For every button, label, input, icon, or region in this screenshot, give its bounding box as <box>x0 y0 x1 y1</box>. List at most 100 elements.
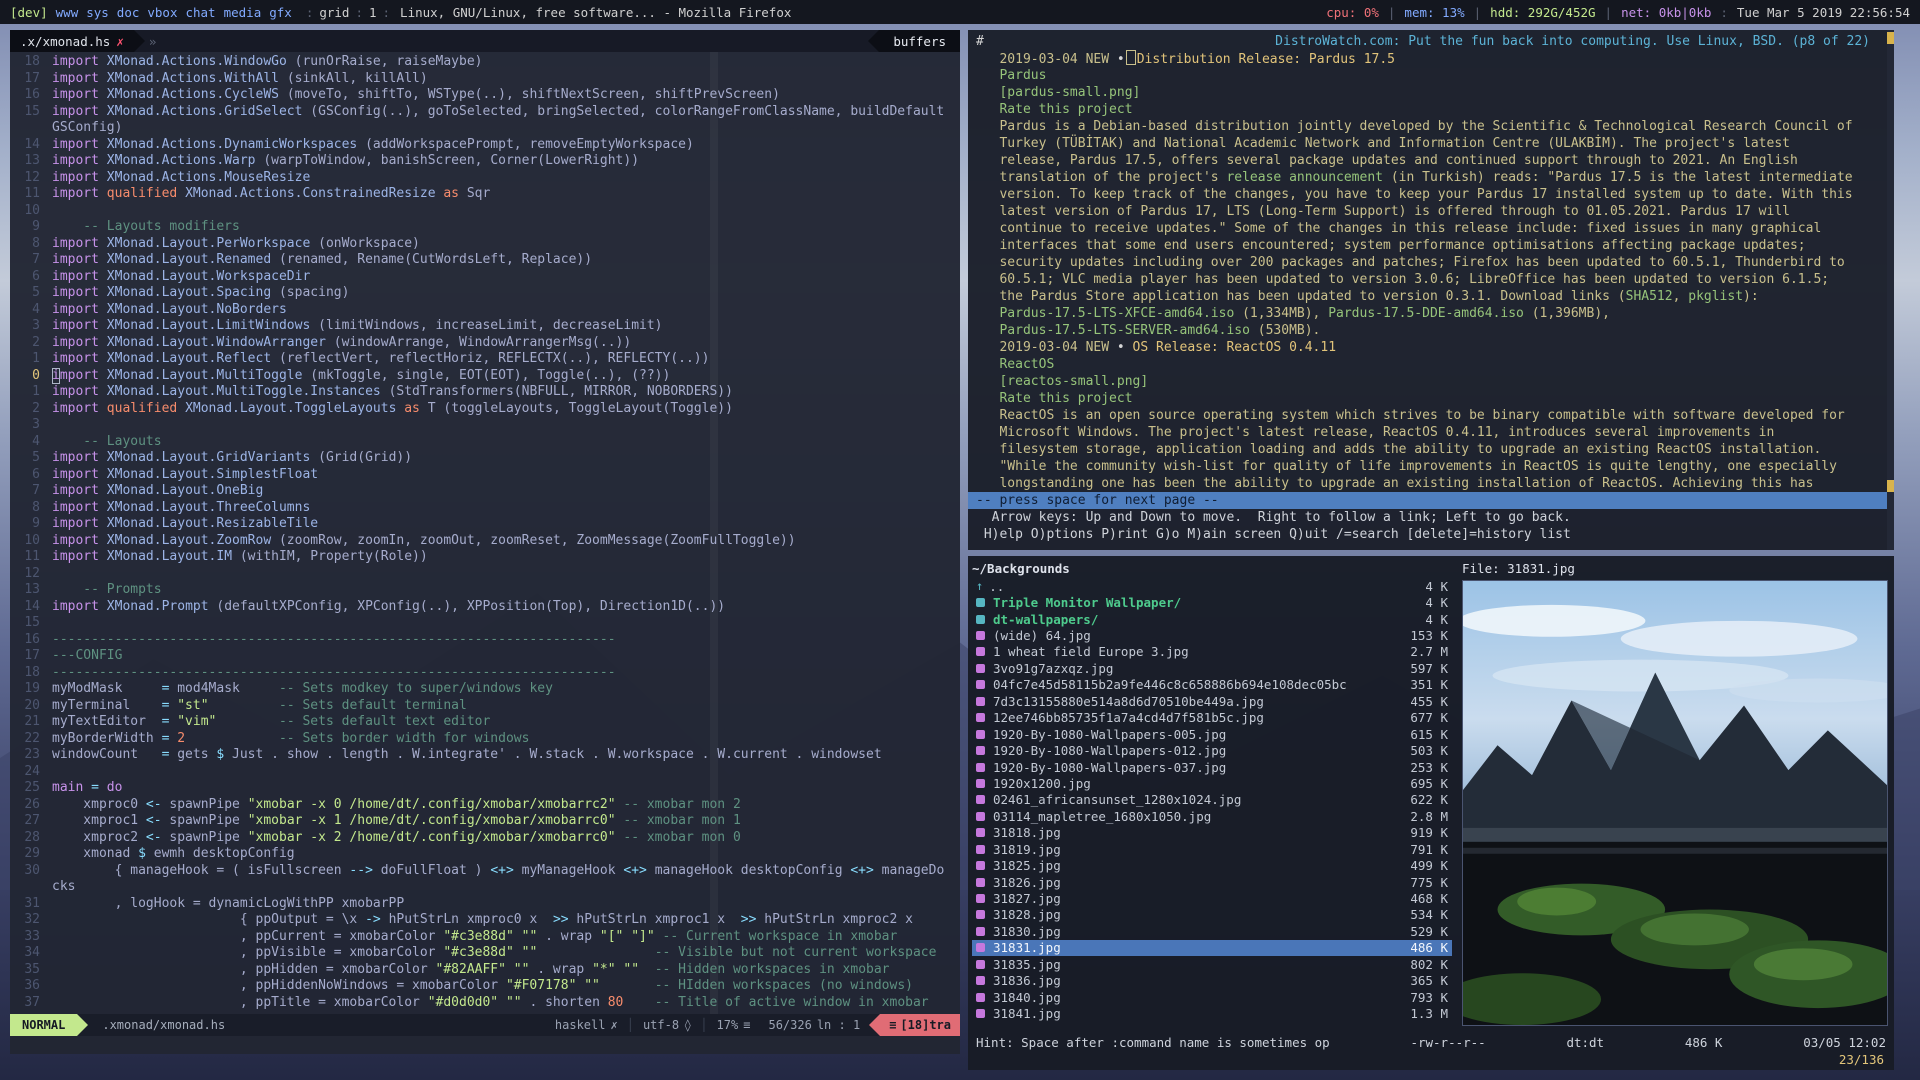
code-line[interactable]: cks <box>10 879 960 896</box>
code-line[interactable]: 14import XMonad.Actions.DynamicWorkspace… <box>10 137 960 154</box>
file-row[interactable]: 31831.jpg486 K <box>972 940 1452 956</box>
code-line[interactable]: 31 , logHook = dynamicLogWithPP xmobarPP <box>10 896 960 913</box>
file-row[interactable]: 1920-By-1080-Wallpapers-012.jpg503 K <box>972 742 1452 758</box>
link[interactable]: [pardus-small.png] <box>976 85 1140 100</box>
file-row[interactable]: 02461_africansunset_1280x1024.jpg622 K <box>972 792 1452 808</box>
file-row[interactable]: 1 wheat field Europe 3.jpg2.7 M <box>972 644 1452 660</box>
link[interactable]: SHA512 <box>1626 289 1673 304</box>
code-line[interactable]: 26 xmproc0 <- spawnPipe "xmobar -x 0 /ho… <box>10 797 960 814</box>
code-line[interactable]: 15import XMonad.Actions.GridSelect (GSCo… <box>10 104 960 121</box>
link[interactable]: ReactOS <box>976 357 1054 372</box>
file-row[interactable]: 31841.jpg1.3 M <box>972 1005 1452 1021</box>
layout-indicator[interactable]: grid <box>319 5 349 20</box>
link[interactable]: release announcement <box>1226 170 1383 185</box>
code-line[interactable]: 32 { ppOutput = \x -> hPutStrLn xmproc0 … <box>10 912 960 929</box>
code-line[interactable]: 36 , ppHiddenNoWindows = xmobarColor "#F… <box>10 978 960 995</box>
code-line[interactable]: 4 -- Layouts <box>10 434 960 451</box>
code-line[interactable]: 11import XMonad.Layout.IM (withIM, Prope… <box>10 549 960 566</box>
code-line[interactable]: 17import XMonad.Actions.WithAll (sinkAll… <box>10 71 960 88</box>
file-row[interactable]: 1920x1200.jpg695 K <box>972 775 1452 791</box>
file-row[interactable]: 31818.jpg919 K <box>972 825 1452 841</box>
link[interactable]: Pardus-17.5-LTS-XFCE-amd64.iso <box>976 306 1234 321</box>
code-line[interactable]: 28 xmproc2 <- spawnPipe "xmobar -x 2 /ho… <box>10 830 960 847</box>
code-area[interactable]: 18import XMonad.Actions.WindowGo (runOrR… <box>10 52 960 1014</box>
code-line[interactable]: 21myTextEditor = "vim" -- Sets default t… <box>10 714 960 731</box>
code-line[interactable]: 1import XMonad.Layout.Reflect (reflectVe… <box>10 351 960 368</box>
code-line[interactable]: 15 <box>10 615 960 632</box>
code-line[interactable]: 5import XMonad.Layout.GridVariants (Grid… <box>10 450 960 467</box>
code-line[interactable]: 13 -- Prompts <box>10 582 960 599</box>
file-row[interactable]: 04fc7e45d58115b2a9fe446c8c658886b694e108… <box>972 677 1452 693</box>
file-row[interactable]: 31826.jpg775 K <box>972 874 1452 890</box>
file-row[interactable]: (wide) 64.jpg153 K <box>972 627 1452 643</box>
workspace-gfx[interactable]: gfx <box>269 5 292 20</box>
buffers-button[interactable]: buffers <box>879 30 960 52</box>
workspace-dev[interactable]: [dev] <box>10 5 48 20</box>
file-row[interactable]: 31840.jpg793 K <box>972 989 1452 1005</box>
workspace-www[interactable]: www <box>56 5 79 20</box>
file-row[interactable]: 03114_mapletree_1680x1050.jpg2.8 M <box>972 808 1452 824</box>
link[interactable]: Pardus <box>976 68 1046 83</box>
code-line[interactable]: 7import XMonad.Layout.Renamed (renamed, … <box>10 252 960 269</box>
code-line[interactable]: 12 <box>10 566 960 583</box>
code-line[interactable]: 8import XMonad.Layout.PerWorkspace (onWo… <box>10 236 960 253</box>
code-line[interactable]: 27 xmproc1 <- spawnPipe "xmobar -x 1 /ho… <box>10 813 960 830</box>
link[interactable]: pkglist <box>1688 289 1743 304</box>
code-line[interactable]: 16import XMonad.Actions.CycleWS (moveTo,… <box>10 87 960 104</box>
workspace-media[interactable]: media <box>224 5 262 20</box>
code-line[interactable]: 34 , ppVisible = xmobarColor "#c3e88d" "… <box>10 945 960 962</box>
link[interactable]: Rate this project <box>976 391 1133 406</box>
file-row[interactable]: 12ee746bb85735f1a7a4cd4d7f581b5c.jpg677 … <box>972 710 1452 726</box>
link[interactable]: Pardus-17.5-LTS-SERVER-amd64.iso <box>976 323 1250 338</box>
code-line[interactable]: 0import XMonad.Layout.MultiToggle (mkTog… <box>10 368 960 385</box>
code-line[interactable]: 12import XMonad.Actions.MouseResize <box>10 170 960 187</box>
code-line[interactable]: 25main = do <box>10 780 960 797</box>
vim-commandline[interactable] <box>10 1036 960 1054</box>
code-line[interactable]: 37 , ppTitle = xmobarColor "#d0d0d0" "" … <box>10 995 960 1012</box>
code-line[interactable]: 35 , ppHidden = xmobarColor "#82AAFF" ""… <box>10 962 960 979</box>
code-line[interactable]: 9 -- Layouts modifiers <box>10 219 960 236</box>
code-line[interactable]: 6import XMonad.Layout.SimplestFloat <box>10 467 960 484</box>
code-line[interactable]: 3import XMonad.Layout.LimitWindows (limi… <box>10 318 960 335</box>
code-line[interactable]: 30 { manageHook = ( isFullscreen --> doF… <box>10 863 960 880</box>
code-line[interactable]: 4import XMonad.Layout.NoBorders <box>10 302 960 319</box>
file-row[interactable]: 1920-By-1080-Wallpapers-005.jpg615 K <box>972 726 1452 742</box>
code-line[interactable]: 24 <box>10 764 960 781</box>
code-line[interactable]: 2import XMonad.Layout.WindowArranger (wi… <box>10 335 960 352</box>
file-row[interactable]: 3vo91g7azxqz.jpg597 K <box>972 660 1452 676</box>
code-line[interactable]: 14import XMonad.Prompt (defaultXPConfig,… <box>10 599 960 616</box>
file-row[interactable]: ↑..4 K <box>972 578 1452 594</box>
code-line[interactable]: 8import XMonad.Layout.ThreeColumns <box>10 500 960 517</box>
code-line[interactable]: 2import qualified XMonad.Layout.ToggleLa… <box>10 401 960 418</box>
link[interactable]: Pardus-17.5-DDE-amd64.iso <box>1328 306 1524 321</box>
code-line[interactable]: 3 <box>10 417 960 434</box>
file-row[interactable]: 31830.jpg529 K <box>972 923 1452 939</box>
code-line[interactable]: 17---CONFIG <box>10 648 960 665</box>
lynx-scrollbar[interactable] <box>1887 30 1894 550</box>
file-row[interactable]: 31835.jpg802 K <box>972 956 1452 972</box>
file-row[interactable]: 31828.jpg534 K <box>972 907 1452 923</box>
code-line[interactable]: GSConfig) <box>10 120 960 137</box>
code-line[interactable]: 5import XMonad.Layout.Spacing (spacing) <box>10 285 960 302</box>
file-row[interactable]: 31827.jpg468 K <box>972 890 1452 906</box>
code-line[interactable]: 6import XMonad.Layout.WorkspaceDir <box>10 269 960 286</box>
workspace-chat[interactable]: chat <box>185 5 215 20</box>
code-line[interactable]: 13import XMonad.Actions.Warp (warpToWind… <box>10 153 960 170</box>
code-line[interactable]: 20myTerminal = "st" -- Sets default term… <box>10 698 960 715</box>
workspace-s​ys[interactable]: s​ys <box>86 5 109 20</box>
workspace-doc[interactable]: doc <box>117 5 140 20</box>
file-row[interactable]: 31825.jpg499 K <box>972 857 1452 873</box>
file-row[interactable]: 1920-By-1080-Wallpapers-037.jpg253 K <box>972 759 1452 775</box>
code-line[interactable]: 23windowCount = gets $ Just . show . len… <box>10 747 960 764</box>
code-line[interactable]: 22myBorderWidth = 2 -- Sets border width… <box>10 731 960 748</box>
code-line[interactable]: 7import XMonad.Layout.OneBig <box>10 483 960 500</box>
code-line[interactable]: 1import XMonad.Layout.MultiToggle.Instan… <box>10 384 960 401</box>
file-row[interactable]: 31819.jpg791 K <box>972 841 1452 857</box>
link[interactable]: [reactos-small.png] <box>976 374 1148 389</box>
code-line[interactable]: 9import XMonad.Layout.ResizableTile <box>10 516 960 533</box>
file-row[interactable]: Triple Monitor Wallpaper/4 K <box>972 594 1452 610</box>
code-line[interactable]: 16--------------------------------------… <box>10 632 960 649</box>
file-row[interactable]: 7d3c13155880e514a8d6d70510be449a.jpg455 … <box>972 693 1452 709</box>
code-line[interactable]: 11import qualified XMonad.Actions.Constr… <box>10 186 960 203</box>
file-row[interactable]: dt-wallpapers/4 K <box>972 611 1452 627</box>
